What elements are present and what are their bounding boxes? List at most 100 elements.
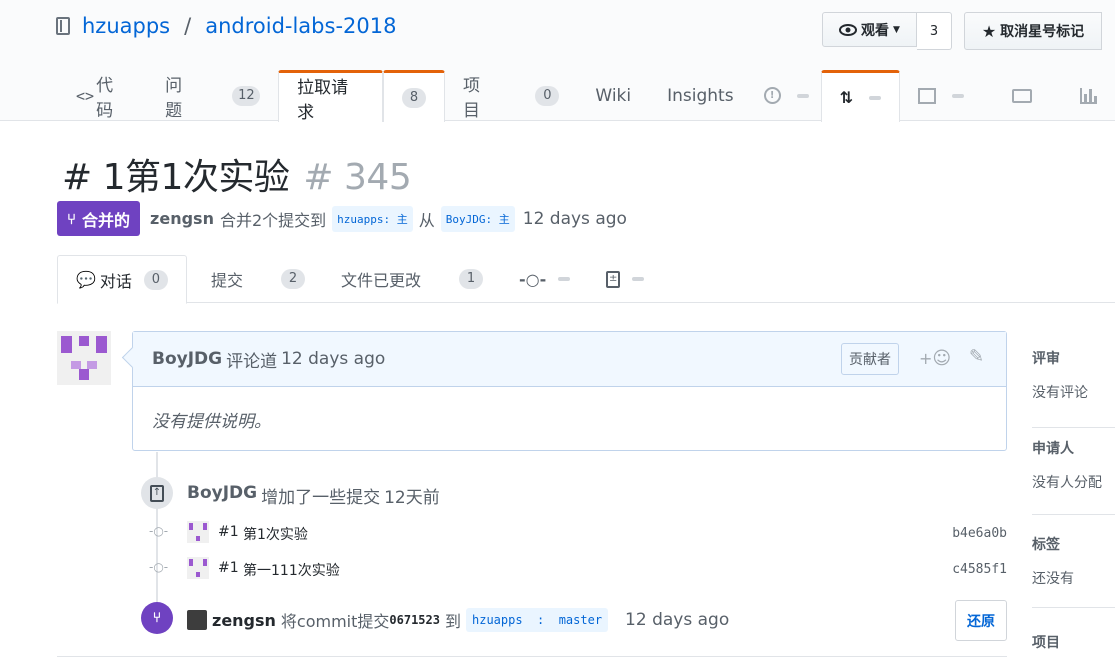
from-text: 从: [418, 210, 435, 230]
book-icon: [1012, 88, 1032, 103]
issues-count: 12: [232, 85, 261, 106]
commit-message[interactable]: 第1次实验: [243, 524, 308, 544]
pencil-icon[interactable]: ✎: [969, 346, 984, 367]
tab-pr-icon[interactable]: ⇅: [820, 70, 900, 122]
contributor-badge: 贡献者: [841, 343, 899, 375]
repo-push-icon: ↑: [150, 484, 164, 502]
merge-timestamp[interactable]: 12 days ago: [625, 610, 729, 630]
code-icon: <>: [76, 86, 95, 105]
avatar[interactable]: [57, 331, 111, 385]
comment-author-link[interactable]: BoyJDG: [152, 349, 222, 369]
tab-commit-icon[interactable]: -○-: [501, 255, 588, 303]
placeholder-bar: [869, 95, 881, 100]
labels-heading[interactable]: 标签: [1032, 534, 1115, 554]
placeholder-bar: [796, 93, 809, 98]
merge-sha[interactable]: 0671523: [389, 613, 440, 627]
tab-commits-label: 提交: [210, 271, 243, 290]
repo-owner-link[interactable]: hzuapps: [82, 14, 170, 38]
watch-button[interactable]: 观看 ▼: [822, 12, 917, 47]
pr-meta: ⑂ 合并的 zengsn 合并2个提交到 hzuapps: 主 从 BoyJDG…: [57, 201, 627, 236]
tab-files-changed[interactable]: 文件已更改 1: [323, 255, 501, 303]
commit-prefix: #1: [218, 560, 239, 576]
merged-badge: ⑂: [141, 602, 173, 634]
tab-insights[interactable]: Insights: [649, 70, 751, 121]
reviewers-value: 没有评论: [1032, 385, 1088, 401]
repo-title: hzuapps / android-labs-2018: [56, 14, 396, 38]
comment-timestamp[interactable]: 12 days ago: [281, 349, 385, 369]
merged-state-badge: ⑂ 合并的: [57, 201, 141, 236]
repo-icon: [56, 17, 70, 35]
commit-avatar[interactable]: [187, 557, 209, 579]
conversation-count: 0: [143, 269, 168, 290]
placeholder-bar: [632, 277, 645, 281]
tab-insights-icon[interactable]: [1050, 70, 1115, 121]
tab-issues[interactable]: 问题 12: [147, 70, 278, 121]
revert-button[interactable]: 还原: [955, 600, 1007, 641]
plus-label: +: [919, 349, 933, 368]
commits-event: BoyJDG 增加了一些提交 12天前: [187, 483, 440, 508]
comment-action: 评论道: [226, 351, 278, 372]
tab-conversation[interactable]: 💬 对话 0: [57, 255, 187, 304]
merger-avatar[interactable]: [187, 610, 207, 630]
git-commit-icon: -○-: [518, 269, 547, 289]
git-commit-icon: -○-: [149, 560, 169, 574]
merge-text: 将commit提交: [280, 612, 390, 631]
git-commit-icon: -○-: [149, 524, 169, 538]
merge-target-ref[interactable]: hzuapps : master: [466, 608, 609, 632]
commit-sha[interactable]: b4e6a0b: [952, 526, 1007, 541]
pr-number: # 345: [303, 157, 412, 198]
repo-nav: <> 代码 问题 12 拉取请求 8 项目 0 Wiki Insights ! …: [56, 70, 1115, 123]
star-icon: ★: [981, 21, 997, 41]
tab-wiki[interactable]: Wiki: [577, 70, 649, 121]
tab-commits[interactable]: 提交 2: [187, 255, 323, 303]
pull-requests-count: 8: [402, 87, 426, 108]
merge-author[interactable]: zengsn: [212, 611, 276, 630]
projects-count: 0: [535, 85, 560, 106]
chevron-down-icon: ▼: [893, 24, 900, 35]
issue-opened-icon: !: [763, 87, 781, 104]
add-reaction-button[interactable]: +☺: [919, 348, 951, 369]
watch-count[interactable]: 3: [917, 12, 952, 50]
tab-projects-icon[interactable]: [900, 70, 982, 121]
unstar-button[interactable]: ★ 取消星号标记: [964, 12, 1102, 50]
pr-author-link[interactable]: zengsn: [150, 209, 214, 228]
pr-timestamp: 12 days ago: [522, 208, 627, 229]
assignees-heading[interactable]: 申请人: [1032, 438, 1115, 458]
tab-pull-requests-count[interactable]: 8: [383, 70, 445, 122]
commit-avatar[interactable]: [187, 521, 209, 543]
commit-sha[interactable]: c4585f1: [952, 562, 1007, 577]
git-merge-icon: ⑂: [67, 209, 77, 228]
state-label: 合并的: [82, 210, 131, 230]
sidebar-divider: [1032, 514, 1115, 515]
placeholder-bar: [952, 93, 964, 98]
diff-icon: ±: [606, 270, 621, 288]
tab-pull-requests[interactable]: 拉取请求: [278, 70, 383, 123]
tab-projects-label: 项目: [463, 75, 480, 121]
commit-message[interactable]: 第一111次实验: [243, 560, 340, 580]
projects-heading[interactable]: 项目: [1032, 632, 1115, 652]
tab-code[interactable]: <> 代码: [56, 70, 147, 121]
commits-event-text: 增加了一些提交: [261, 488, 381, 508]
repo-name-link[interactable]: android-labs-2018: [205, 14, 396, 38]
head-ref[interactable]: BoyJDG: 主: [440, 205, 515, 232]
commit-row: -○- #1 第1次实验 b4e6a0b: [140, 518, 1010, 548]
tab-issues-label: 问题: [165, 75, 183, 121]
tab-diff-icon[interactable]: ±: [588, 255, 662, 303]
watch-label: 观看: [861, 22, 890, 39]
merge-event: zengsn 将commit提交 0671523 到 hzuapps : mas…: [187, 608, 729, 632]
project-icon: [918, 87, 936, 104]
tab-wiki-icon[interactable]: [982, 70, 1050, 121]
tab-issues-icon[interactable]: !: [752, 70, 821, 121]
files-changed-count: 1: [458, 269, 483, 289]
sidebar-divider: [1032, 427, 1115, 428]
reviewers-heading[interactable]: 评审: [1032, 348, 1115, 368]
assignees-value: 没有人分配: [1032, 475, 1102, 491]
commits-event-author[interactable]: BoyJDG: [187, 483, 257, 508]
pr-title: # 1第1次实验 # 345: [62, 148, 412, 200]
tab-projects[interactable]: 项目 0: [445, 70, 577, 121]
commits-count: 2: [280, 269, 305, 289]
base-ref[interactable]: hzuapps: 主: [332, 205, 413, 232]
comment-box: BoyJDG 评论道 12 days ago 贡献者 +☺ ✎ 没有提供说明。: [132, 331, 1007, 451]
repo-push-badge: ↑: [141, 477, 173, 509]
commits-event-time[interactable]: 12天前: [384, 483, 440, 508]
